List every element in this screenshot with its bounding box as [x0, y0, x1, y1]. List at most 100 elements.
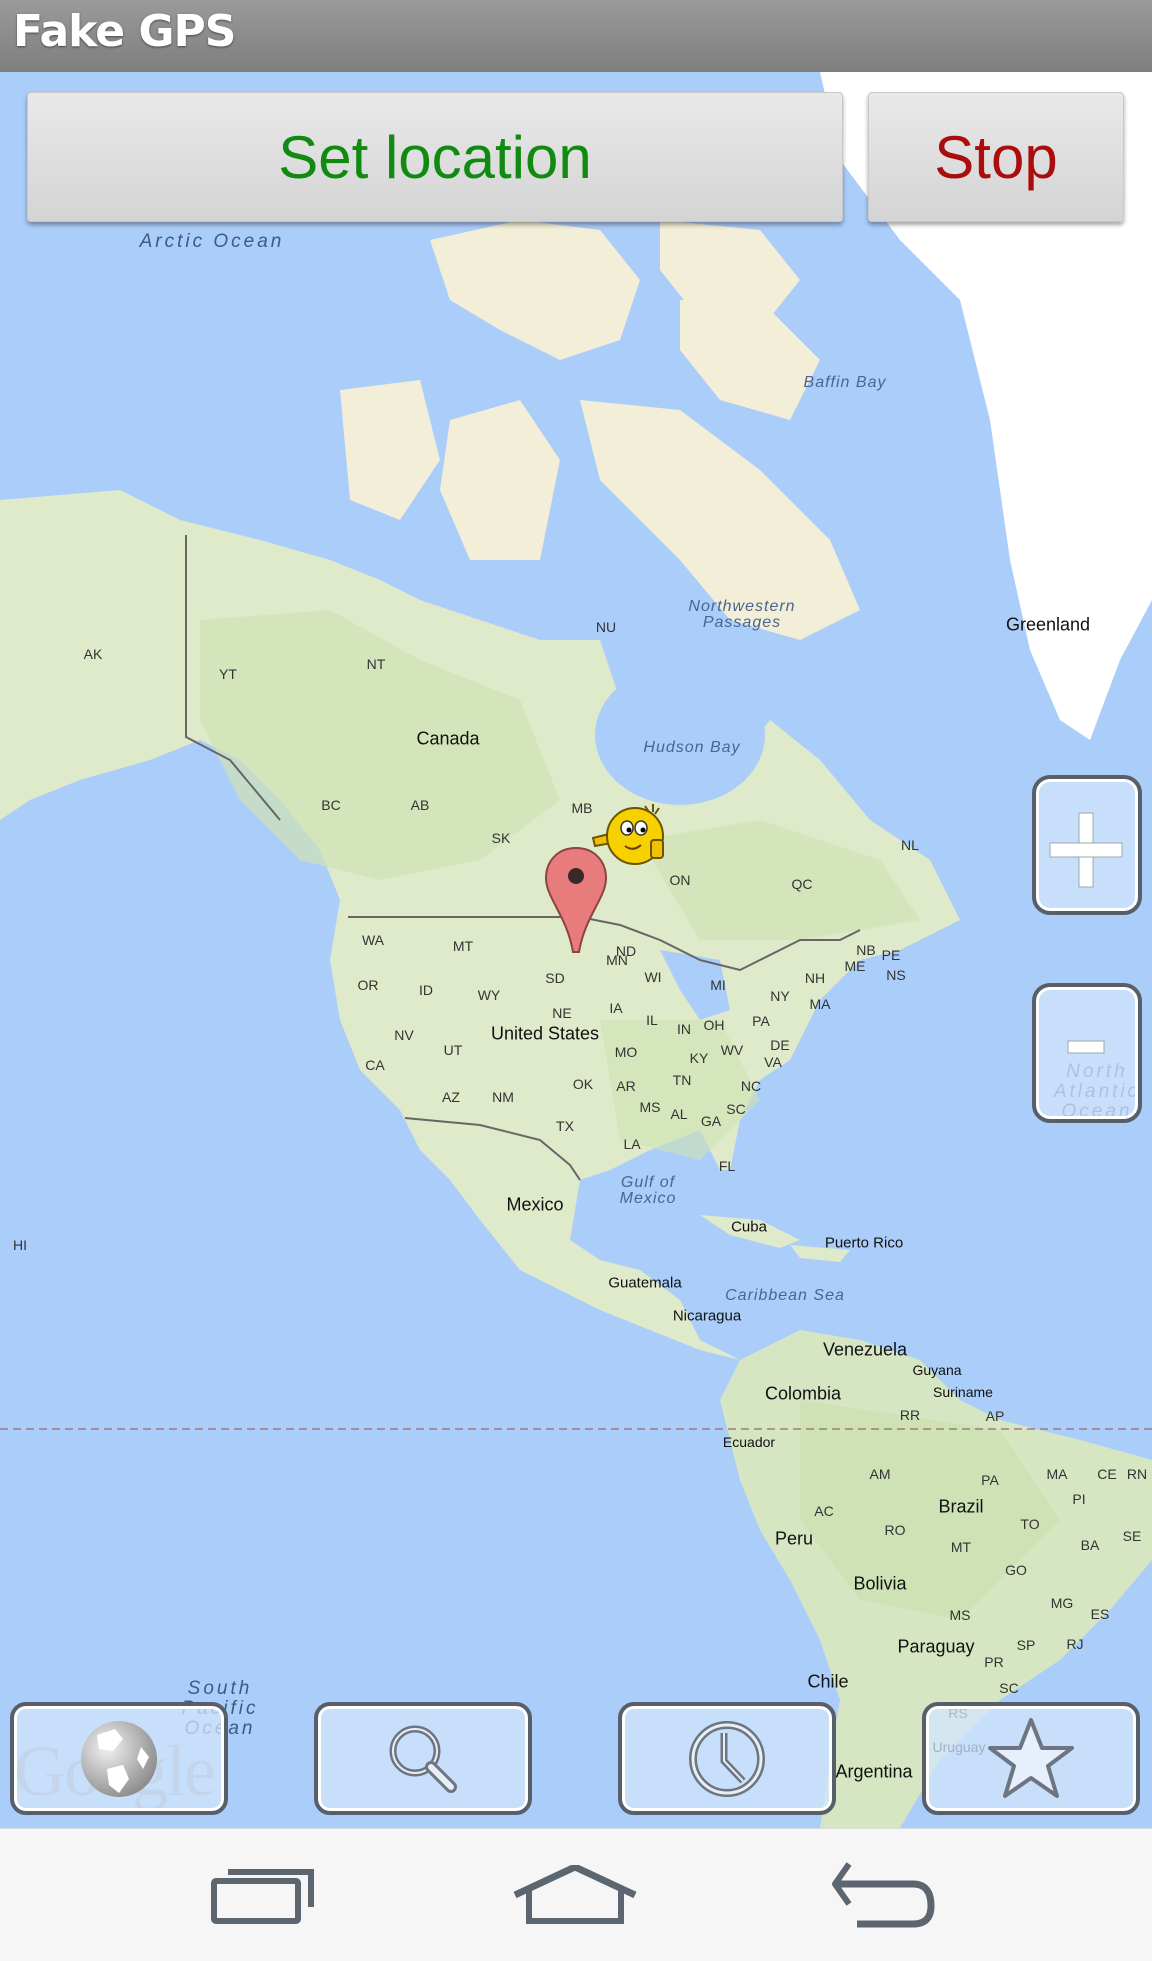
favorites-button[interactable] — [922, 1702, 1140, 1815]
region-label: AR — [616, 1078, 636, 1094]
region-label: AK — [83, 646, 103, 662]
region-label: WY — [477, 987, 501, 1003]
label-chile: Chile — [807, 1671, 849, 1692]
region-label: RO — [884, 1522, 906, 1538]
region-label: NM — [492, 1089, 514, 1105]
region-label: RN — [1126, 1466, 1148, 1482]
label-greenland: Greenland — [1005, 614, 1091, 635]
region-label: TO — [1020, 1516, 1040, 1532]
region-label: SK — [491, 830, 511, 846]
region-label: PR — [984, 1654, 1004, 1670]
plus-icon — [1049, 812, 1123, 888]
region-label: ON — [669, 872, 691, 888]
region-label: PE — [881, 947, 901, 963]
app-title: Fake GPS — [13, 6, 236, 57]
label-argentina: Argentina — [835, 1761, 913, 1782]
region-label: HI — [13, 1237, 27, 1253]
region-label: NV — [394, 1027, 414, 1043]
region-label: NY — [770, 988, 790, 1004]
region-label: OK — [572, 1076, 594, 1092]
history-button[interactable] — [618, 1702, 836, 1815]
region-label: RJ — [1066, 1636, 1084, 1652]
region-label: MI — [710, 977, 726, 993]
label-ecuador: Ecuador — [722, 1434, 776, 1450]
stop-button[interactable]: Stop — [868, 92, 1124, 222]
system-nav-bar — [0, 1828, 1152, 1961]
label-paraguay: Paraguay — [897, 1636, 975, 1657]
region-label: KY — [689, 1050, 709, 1066]
region-label: WI — [644, 969, 662, 985]
region-label: MS — [639, 1099, 661, 1115]
label-canada: Canada — [416, 728, 480, 749]
region-label: PA — [981, 1472, 999, 1488]
label-united-states: United States — [490, 1023, 600, 1044]
region-label: SD — [545, 970, 565, 986]
label-arctic-ocean: Arctic Ocean — [139, 231, 285, 252]
label-cuba: Cuba — [731, 1218, 767, 1236]
region-label: SC — [999, 1680, 1019, 1696]
recent-apps-icon — [211, 1869, 314, 1924]
map-type-button[interactable] — [10, 1702, 228, 1815]
set-location-button[interactable]: Set location — [27, 92, 843, 222]
region-label: IN — [677, 1021, 691, 1037]
globe-icon — [81, 1720, 157, 1797]
region-label: NL — [901, 837, 919, 853]
region-label: IL — [646, 1012, 658, 1028]
region-label: VA — [764, 1054, 782, 1070]
region-label: MT — [950, 1539, 972, 1555]
label-gulf-of-mexico: Gulf of Mexico — [619, 1174, 677, 1207]
region-label: LA — [623, 1136, 641, 1152]
label-peru: Peru — [774, 1528, 814, 1549]
water-hudson-bay — [595, 665, 765, 805]
region-label: AC — [814, 1503, 834, 1519]
map-view[interactable]: Arctic Ocean North Atlantic Ocean South … — [0, 72, 1152, 1828]
region-label: TN — [672, 1072, 692, 1088]
region-label: AL — [670, 1106, 688, 1122]
smiley-thumbs-up-icon — [591, 804, 664, 865]
home-icon — [513, 1865, 637, 1924]
region-label: MO — [614, 1044, 638, 1060]
label-guyana: Guyana — [912, 1362, 962, 1378]
region-label: PA — [752, 1013, 770, 1029]
region-label: WV — [720, 1042, 744, 1058]
region-label: BA — [1080, 1537, 1100, 1553]
region-label: BC — [321, 797, 341, 813]
region-label: ES — [1090, 1606, 1110, 1622]
region-label: ME — [844, 958, 866, 974]
region-label: NE — [552, 1005, 572, 1021]
search-button[interactable] — [314, 1702, 532, 1815]
label-mexico: Mexico — [506, 1194, 564, 1215]
region-label: NB — [856, 942, 876, 958]
region-label: SC — [726, 1101, 746, 1117]
zoom-out-button[interactable] — [1032, 983, 1142, 1123]
region-label: DE — [770, 1037, 790, 1053]
region-label: MN — [606, 952, 628, 968]
recent-apps-button[interactable] — [200, 1855, 330, 1935]
label-baffin-bay: Baffin Bay — [803, 374, 887, 391]
label-venezuela: Venezuela — [822, 1339, 908, 1360]
region-label: NU — [595, 619, 617, 635]
region-label: GO — [1005, 1562, 1027, 1578]
region-label: AB — [410, 797, 430, 813]
clock-icon — [689, 1720, 765, 1797]
zoom-in-button[interactable] — [1032, 775, 1142, 915]
region-label: AP — [985, 1408, 1005, 1424]
region-label: MA — [1046, 1466, 1068, 1482]
region-label: MG — [1050, 1595, 1074, 1611]
label-suriname: Suriname — [933, 1384, 993, 1400]
search-icon — [389, 1725, 457, 1793]
title-bar: Fake GPS — [0, 0, 1152, 72]
region-label: PI — [1072, 1491, 1086, 1507]
home-button[interactable] — [511, 1855, 641, 1935]
land-arctic-islands — [430, 220, 640, 360]
region-label: MT — [452, 938, 474, 954]
region-label: YT — [219, 666, 237, 682]
label-nicaragua: Nicaragua — [672, 1307, 742, 1325]
back-button[interactable] — [822, 1855, 952, 1935]
region-label: WA — [361, 932, 385, 948]
label-hudson-bay: Hudson Bay — [643, 739, 741, 756]
region-label: NT — [366, 656, 386, 672]
region-label: RR — [899, 1407, 921, 1423]
region-label: GA — [700, 1113, 722, 1129]
back-icon — [832, 1862, 935, 1928]
